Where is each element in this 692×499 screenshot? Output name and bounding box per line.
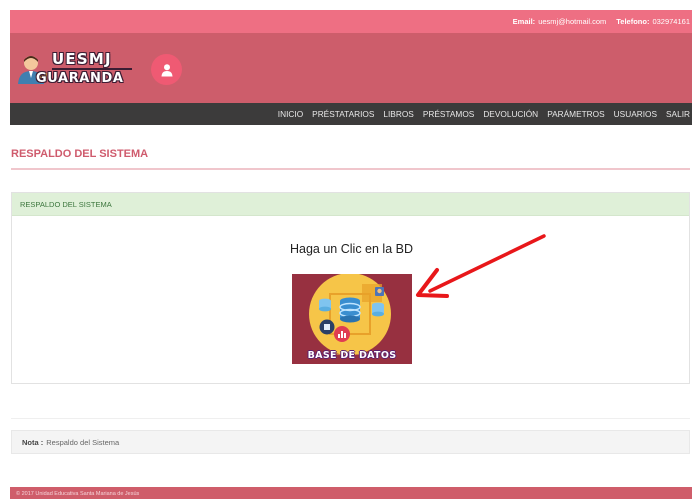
contact-bar: Email: uesmj@hotmail.com Telefono: 03297… (10, 10, 692, 33)
nav-item-prestatarios[interactable]: PRÉSTATARIOS (312, 109, 374, 119)
phone-label: Telefono: (616, 17, 650, 26)
phone-value: 032974161 (652, 17, 690, 26)
user-account-button[interactable] (151, 54, 182, 85)
email-value[interactable]: uesmj@hotmail.com (538, 17, 606, 26)
user-icon (161, 63, 172, 76)
page-title: RESPALDO DEL SISTEMA (11, 148, 149, 160)
email-label: Email: (512, 17, 536, 26)
db-button-caption: BASE DE DATOS (307, 350, 397, 361)
page-root: Email: uesmj@hotmail.com Telefono: 03297… (0, 0, 692, 499)
nav-item-parametros[interactable]: PARÁMETROS (547, 109, 604, 119)
footer-copyright: © 2017 Unidad Educativa Santa Mariana de… (16, 491, 140, 497)
nav-item-prestamos[interactable]: PRÉSTAMOS (423, 109, 474, 119)
nav-item-devolucion[interactable]: DEVOLUCIÓN (483, 109, 538, 119)
backup-panel: RESPALDO DEL SISTEMA Haga un Clic en la … (11, 192, 690, 384)
nav-item-inicio[interactable]: INICIO (278, 109, 303, 119)
pointer-arrow-icon (416, 234, 546, 298)
brand-divider (52, 68, 132, 70)
note-text: Respaldo del Sistema (46, 437, 120, 447)
nav-item-salir[interactable]: SALIR (666, 109, 690, 119)
instruction-text: Haga un Clic en la BD (290, 242, 413, 256)
site-logo[interactable]: UESMJ GUARANDA (16, 48, 136, 90)
main-nav: INICIO PRÉSTATARIOS LIBROS PRÉSTAMOS DEV… (10, 103, 692, 125)
section-divider (11, 418, 690, 419)
site-footer: © 2017 Unidad Educativa Santa Mariana de… (10, 487, 692, 499)
site-header: UESMJ GUARANDA (10, 33, 692, 103)
nav-item-usuarios[interactable]: USUARIOS (614, 109, 657, 119)
database-backup-button[interactable]: BASE DE DATOS (292, 274, 412, 364)
note-label: Nota : (22, 437, 44, 447)
panel-heading: RESPALDO DEL SISTEMA (12, 193, 689, 216)
nav-item-libros[interactable]: LIBROS (383, 109, 413, 119)
brand-line-1: UESMJ (52, 50, 112, 68)
title-divider (11, 168, 690, 170)
brand-line-2: GUARANDA (36, 71, 124, 86)
note-bar: Nota : Respaldo del Sistema (11, 430, 690, 454)
